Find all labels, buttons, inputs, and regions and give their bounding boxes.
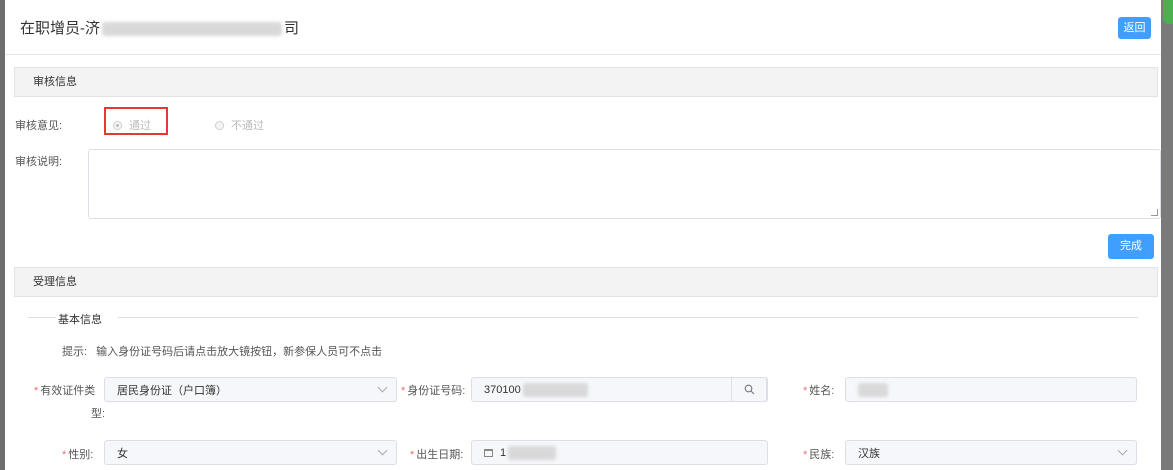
review-section-header: 审核信息 <box>14 67 1158 97</box>
birth-date-label: * 出生日期: <box>410 449 464 461</box>
redacted-id-number <box>522 382 588 397</box>
redacted-birth-date <box>508 445 557 460</box>
nation-label: * 民族: <box>803 449 835 461</box>
enrollment-dialog: 在职增员-济司 返回 审核信息 审核意见: 通过 不通过 审核说明: 完成 受理… <box>5 0 1161 470</box>
name-input[interactable] <box>845 377 1137 402</box>
dialog-title-suffix: 司 <box>284 20 300 37</box>
hint-label: 提示: <box>62 346 88 358</box>
redacted-name <box>858 382 888 397</box>
gender-value: 女 <box>117 447 128 460</box>
dialog-title-prefix: 在职增员-济 <box>20 20 100 37</box>
accept-section-title: 受理信息 <box>33 276 77 288</box>
hint-row: 提示: 输入身份证号码后请点击放大镜按钮，新参保人员可不点击 <box>62 343 382 359</box>
return-button[interactable]: 返回 <box>1118 17 1151 39</box>
id-number-label: * 身份证号码: <box>401 385 466 397</box>
divider-left <box>28 317 56 318</box>
hint-text: 输入身份证号码后请点击放大镜按钮，新参保人员可不点击 <box>96 346 383 358</box>
redacted-company-name <box>102 22 282 37</box>
id-type-label-wrap: 型: <box>91 408 106 420</box>
id-type-value: 居民身份证（户口簿） <box>117 384 227 397</box>
nation-value: 汉族 <box>858 447 880 460</box>
radio-icon <box>215 120 224 130</box>
calendar-icon <box>484 448 493 457</box>
chevron-down-icon <box>377 382 388 393</box>
chevron-down-icon <box>1117 445 1128 456</box>
dialog-title: 在职增员-济 司 <box>20 17 299 38</box>
accept-section-header: 受理信息 <box>14 267 1158 297</box>
search-icon <box>744 384 754 395</box>
gender-label: * 性别: <box>62 449 94 461</box>
resize-grip-icon[interactable] <box>1151 209 1158 216</box>
id-number-input[interactable]: 370100 <box>471 377 768 402</box>
review-note-textarea[interactable] <box>88 149 1161 219</box>
background-tab-indicator <box>1163 0 1173 24</box>
review-section-title: 审核信息 <box>33 76 77 88</box>
id-type-label: * 有效证件类 <box>34 385 96 397</box>
basic-info-title: 基本信息 <box>58 314 102 326</box>
review-note-label: 审核说明: <box>15 156 63 168</box>
name-label: * 姓名: <box>803 385 835 397</box>
background-window-edge <box>1161 0 1173 470</box>
review-opinion-label: 审核意见: <box>15 120 63 132</box>
radio-reject-label: 不通过 <box>231 120 264 132</box>
done-button[interactable]: 完成 <box>1108 234 1154 259</box>
birth-date-value: 1 <box>500 446 507 459</box>
birth-date-picker[interactable]: 1 <box>471 440 768 465</box>
id-number-value: 370100 <box>484 383 521 396</box>
divider-right <box>118 317 1138 318</box>
chevron-down-icon <box>377 445 388 456</box>
nation-select[interactable]: 汉族 <box>845 440 1137 465</box>
radio-reject[interactable]: 不通过 <box>215 117 264 133</box>
gender-select[interactable]: 女 <box>104 440 397 465</box>
annotation-highlight-box <box>104 107 168 135</box>
dialog-header: 在职增员-济 司 返回 <box>5 0 1161 55</box>
id-search-button[interactable] <box>731 377 767 402</box>
id-type-select[interactable]: 居民身份证（户口簿） <box>104 377 397 402</box>
